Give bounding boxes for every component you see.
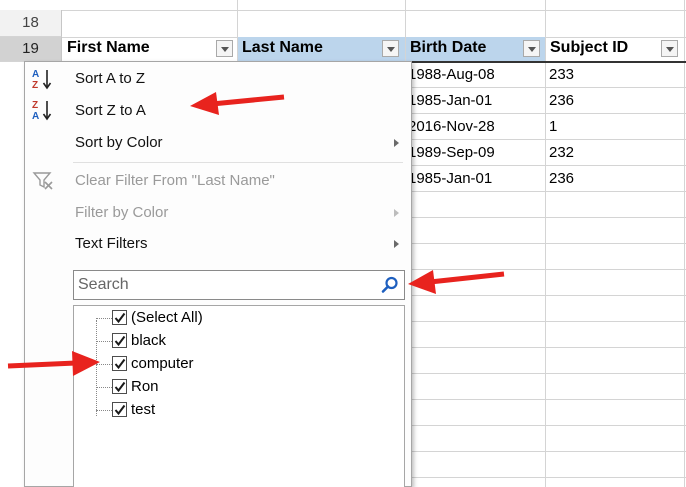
checkbox[interactable] <box>112 310 127 325</box>
checkbox[interactable] <box>112 379 127 394</box>
svg-text:Z: Z <box>32 100 38 111</box>
filter-values-list: (Select All) black computer Ron test <box>73 305 405 487</box>
birth-date-cell[interactable]: 1989-Sep-09 <box>406 140 545 165</box>
header-label: Birth Date <box>410 39 487 56</box>
tree-connector <box>96 318 112 319</box>
svg-text:Z: Z <box>32 80 38 91</box>
birth-date-cell[interactable]: 1985-Jan-01 <box>406 166 545 191</box>
header-subject-id[interactable]: Subject ID <box>546 37 684 61</box>
header-first-name[interactable]: First Name <box>63 37 237 61</box>
menu-item-label: Text Filters <box>75 235 148 252</box>
header-label: Last Name <box>242 39 323 56</box>
annotation-arrow-computer <box>7 351 100 376</box>
menu-item-clear-filter[interactable]: Clear Filter From "Last Name" <box>63 168 403 194</box>
checkbox[interactable] <box>112 402 127 417</box>
header-label: First Name <box>67 39 150 56</box>
checkmark-icon <box>114 381 126 393</box>
subject-id-cell[interactable]: 1 <box>547 114 684 139</box>
magnifier-icon[interactable] <box>380 275 400 295</box>
tree-connector <box>96 341 112 342</box>
tree-connector <box>96 410 112 411</box>
svg-text:A: A <box>32 111 39 122</box>
filter-search-box <box>73 270 405 300</box>
menu-item-sort-by-color[interactable]: Sort by Color <box>63 130 403 156</box>
checkmark-icon <box>114 358 126 370</box>
autofilter-menu: A Z Sort A to Z Z A Sort Z to A Sort by … <box>24 61 412 487</box>
svg-text:A: A <box>32 69 39 80</box>
menu-item-label: Sort by Color <box>75 134 163 151</box>
annotation-arrow-search <box>408 270 505 294</box>
row-header-18[interactable]: 18 <box>0 10 62 37</box>
filter-dropdown-button[interactable] <box>661 40 678 57</box>
list-item-label: Ron <box>131 378 159 395</box>
sort-descending-icon: Z A <box>31 98 55 122</box>
search-input[interactable] <box>74 271 374 299</box>
birth-date-cell[interactable]: 1988-Aug-08 <box>406 62 545 87</box>
menu-item-text-filters[interactable]: Text Filters <box>63 231 403 257</box>
tree-connector <box>96 387 112 388</box>
row-header-19[interactable]: 19 <box>0 37 62 62</box>
sort-ascending-icon: A Z <box>31 67 55 91</box>
row-header-strip <box>0 62 26 487</box>
annotation-arrow-sort-z-to-a <box>190 92 285 115</box>
menu-item-label: Filter by Color <box>75 204 169 221</box>
list-item-label: computer <box>131 355 194 372</box>
checkmark-icon <box>114 335 126 347</box>
filter-dropdown-button[interactable] <box>382 40 399 57</box>
submenu-arrow-icon <box>394 209 399 217</box>
subject-id-cell[interactable]: 236 <box>547 88 684 113</box>
checkmark-icon <box>114 312 126 324</box>
list-item-label: black <box>131 332 167 349</box>
subject-id-cell[interactable]: 236 <box>547 166 684 191</box>
gridline <box>62 10 686 11</box>
checkbox[interactable] <box>112 333 127 348</box>
submenu-arrow-icon <box>394 240 399 248</box>
list-item-label: test <box>131 401 156 418</box>
filter-dropdown-button[interactable] <box>216 40 233 57</box>
list-item-label: (Select All) <box>131 309 203 326</box>
filter-dropdown-button[interactable] <box>523 40 540 57</box>
header-birth-date[interactable]: Birth Date <box>406 37 545 61</box>
subject-id-cell[interactable]: 232 <box>547 140 684 165</box>
subject-id-cell[interactable]: 233 <box>547 62 684 87</box>
header-last-name[interactable]: Last Name <box>238 37 405 61</box>
menu-item-filter-by-color[interactable]: Filter by Color <box>63 200 403 226</box>
checkbox[interactable] <box>112 356 127 371</box>
clear-filter-icon <box>31 168 55 192</box>
menu-icon-column <box>25 62 63 486</box>
submenu-arrow-icon <box>394 139 399 147</box>
header-label: Subject ID <box>550 39 629 56</box>
checkmark-icon <box>114 404 126 416</box>
menu-separator <box>73 162 403 163</box>
birth-date-cell[interactable]: 1985-Jan-01 <box>406 88 545 113</box>
birth-date-cell[interactable]: 2016-Nov-28 <box>406 114 545 139</box>
